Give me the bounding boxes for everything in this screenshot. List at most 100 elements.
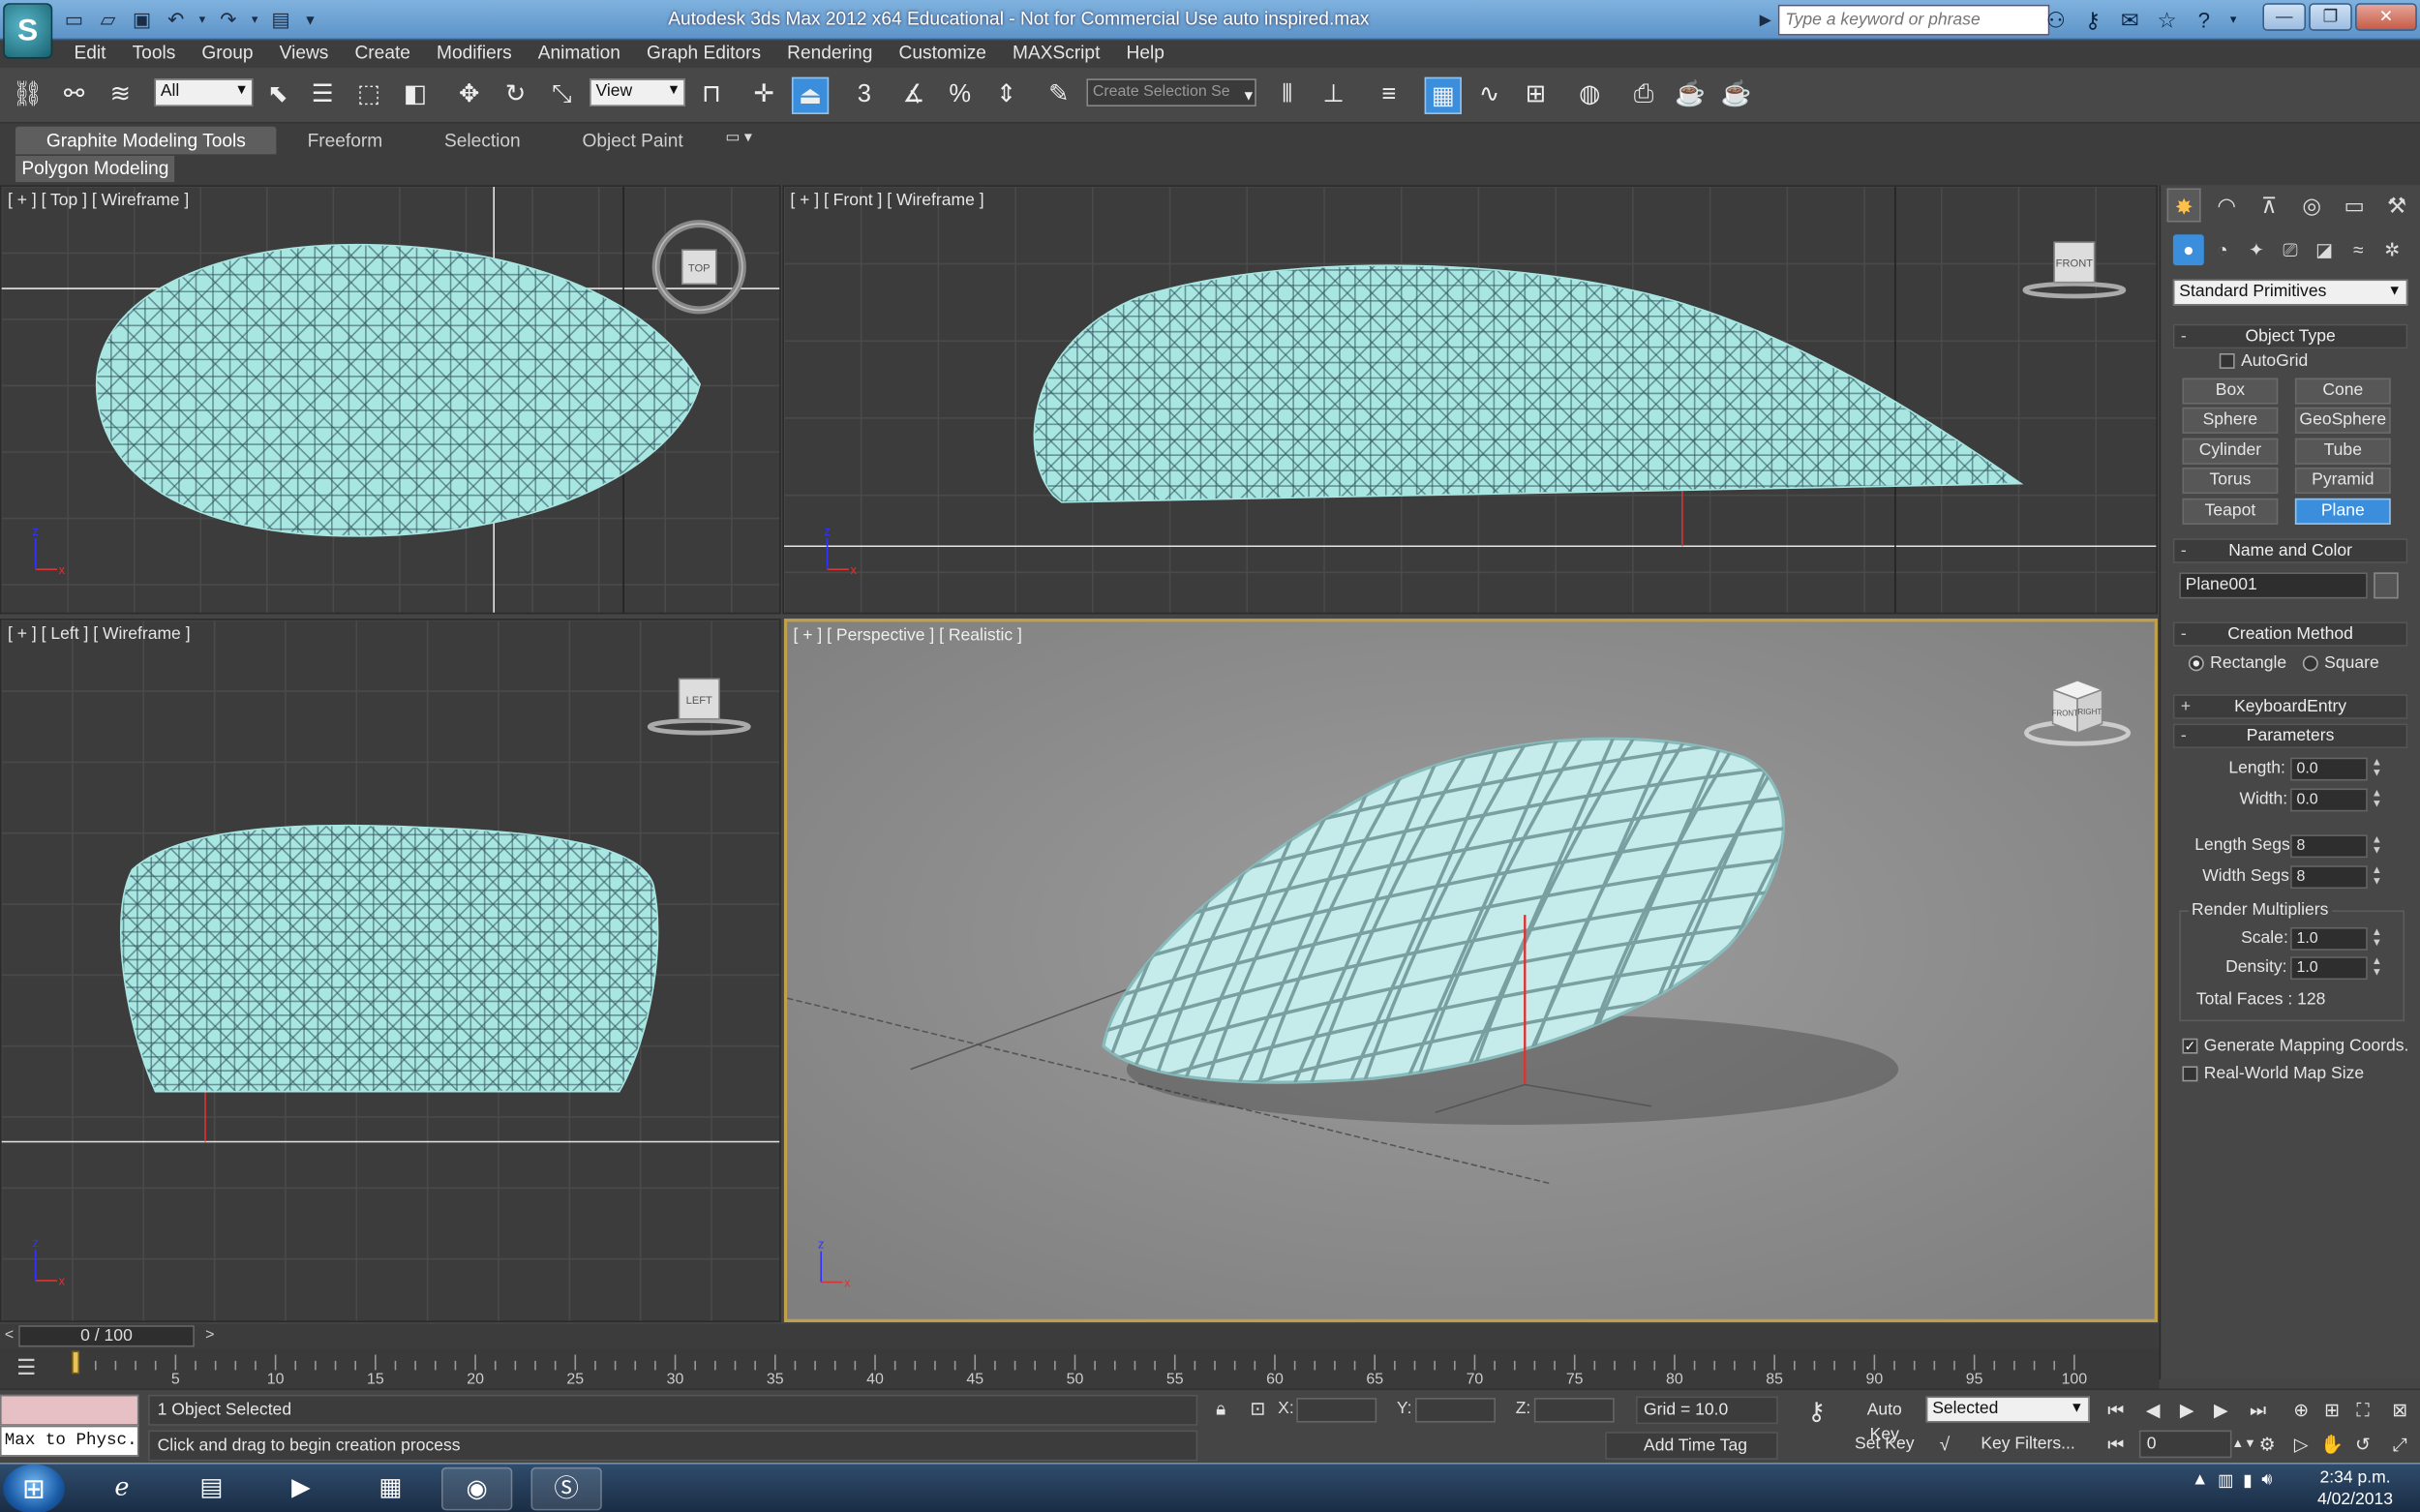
object-color-swatch[interactable] <box>2374 572 2399 599</box>
key-mode-select[interactable]: Selected ▼ <box>1925 1396 2090 1423</box>
go-to-start-icon[interactable]: ⏮ <box>2099 1396 2133 1424</box>
track-bar[interactable]: ☰ 5 10 15 20 25 30 35 40 45 50 55 60 65 70 75 80 85 90 95 1… <box>0 1348 2160 1389</box>
percent-snap-icon[interactable]: % <box>942 77 979 114</box>
systems-icon[interactable]: ✲ <box>2376 234 2407 265</box>
infocenter-expand-icon[interactable]: ▶ <box>1760 12 1771 29</box>
keyboard-shortcut-override-icon[interactable]: ⏏ <box>791 76 830 114</box>
explorer-icon[interactable]: ▤ <box>176 1467 247 1511</box>
autogrid-checkbox[interactable]: AutoGrid <box>2219 351 2308 371</box>
schematic-view-icon[interactable]: ⊞ <box>1517 77 1554 114</box>
next-frame-icon[interactable]: ▶︎ <box>2204 1396 2238 1424</box>
time-slider[interactable]: < 0 / 100 > <box>0 1323 2160 1349</box>
menu-help[interactable]: Help <box>1127 40 1180 68</box>
x-coordinate-field[interactable] <box>1296 1398 1377 1423</box>
rollout-creation-method[interactable]: - Creation Method <box>2172 621 2408 647</box>
time-configuration-icon[interactable]: ⚙ <box>2251 1431 2284 1459</box>
width-segs-spinner[interactable]: 8 <box>2290 865 2368 890</box>
cone-button[interactable]: Cone <box>2294 378 2391 405</box>
volume-icon[interactable]: 🔊︎ <box>2261 1470 2272 1491</box>
spinner-arrows-icon[interactable]: ▲▼ <box>2371 834 2383 858</box>
key-tangent-icon[interactable]: √ <box>1927 1431 1961 1459</box>
time-slider-thumb[interactable]: 0 / 100 <box>18 1325 195 1347</box>
application-button[interactable]: S <box>3 3 53 59</box>
box-button[interactable]: Box <box>2182 378 2279 405</box>
hierarchy-tab-icon[interactable]: ⊼ <box>2253 188 2286 222</box>
help-dropdown-icon[interactable]: ▾ <box>2225 6 2241 34</box>
go-to-end-icon[interactable]: ⏭ <box>2241 1396 2275 1424</box>
menu-create[interactable]: Create <box>354 40 425 68</box>
edit-named-selection-icon[interactable]: ✎ <box>1041 77 1077 114</box>
tab-graphite-modeling-tools[interactable]: Graphite Modeling Tools <box>15 126 277 155</box>
favorites-star-icon[interactable]: ☆ <box>2152 6 2183 34</box>
power-icon[interactable]: ▮ <box>2243 1470 2253 1491</box>
spinner-arrows-icon[interactable]: ▲▼ <box>2371 758 2383 781</box>
binoculars-icon[interactable]: ⚇ <box>2041 6 2072 34</box>
spinner-arrows-icon[interactable]: ▲▼ <box>2371 865 2383 889</box>
current-frame-field[interactable]: 0 <box>2138 1430 2232 1459</box>
close-button[interactable]: ✕ <box>2355 3 2417 31</box>
zoom-all-icon[interactable]: ⊞ <box>2315 1396 2349 1424</box>
spinner-arrows-icon[interactable]: ▲▼ <box>2371 788 2383 811</box>
angle-snap-icon[interactable]: ∡ <box>895 77 932 114</box>
rollout-name-and-color[interactable]: - Name and Color <box>2172 538 2408 563</box>
field-of-view-icon[interactable]: ▷ <box>2284 1431 2318 1459</box>
plane-button[interactable]: Plane <box>2294 498 2391 525</box>
modify-tab-icon[interactable]: ◠ <box>2210 188 2244 222</box>
menu-customize[interactable]: Customize <box>899 40 1002 68</box>
tab-freeform[interactable]: Freeform <box>277 127 413 155</box>
helpers-icon[interactable]: ◪ <box>2309 234 2340 265</box>
menu-modifiers[interactable]: Modifiers <box>437 40 528 68</box>
rollout-parameters[interactable]: - Parameters <box>2172 723 2408 749</box>
viewport-label[interactable]: [ + ] [ Top ] [ Wireframe ] <box>8 192 189 210</box>
layer-manager-icon[interactable]: ≡ <box>1371 77 1407 114</box>
viewport-top[interactable]: [ + ] [ Top ] [ Wireframe ] xz TOP <box>0 185 781 615</box>
rollout-keyboard-entry[interactable]: + KeyboardEntry <box>2172 694 2408 719</box>
clock[interactable]: 2:34 p.m. 4/02/2013 <box>2300 1467 2411 1511</box>
primitive-category-select[interactable]: Standard Primitives ▼ <box>2172 279 2408 306</box>
pyramid-button[interactable]: Pyramid <box>2294 467 2391 495</box>
space-warps-icon[interactable]: ≈ <box>2343 234 2374 265</box>
maxscript-listener[interactable]: Max to Physc. <box>0 1394 139 1460</box>
viewport-perspective[interactable]: [ + ] [ Perspective ] [ Realistic ] xz F… <box>783 619 2158 1322</box>
utilities-tab-icon[interactable]: ⚒ <box>2380 188 2414 222</box>
length-segs-spinner[interactable]: 8 <box>2290 834 2368 859</box>
3dsmax-icon[interactable]: Ⓢ <box>530 1467 602 1511</box>
cylinder-button[interactable]: Cylinder <box>2182 438 2279 465</box>
rendered-frame-window-icon[interactable]: ☕ <box>1672 77 1709 114</box>
select-rotate-icon[interactable]: ↻ <box>497 77 533 114</box>
select-by-name-icon[interactable]: ☰ <box>304 77 341 114</box>
lights-icon[interactable]: ✦ <box>2241 234 2272 265</box>
maxscript-output[interactable]: Max to Physc. <box>0 1425 139 1457</box>
communication-icon[interactable]: ✉ <box>2114 6 2145 34</box>
curve-editor-icon[interactable]: ∿ <box>1470 77 1507 114</box>
pivot-center-icon[interactable]: ⊓ <box>693 77 730 114</box>
real-world-map-size-checkbox[interactable]: Real-World Map Size <box>2182 1065 2364 1083</box>
auto-key-button[interactable]: Auto Key <box>1849 1396 1920 1444</box>
scale-spinner[interactable]: 1.0 <box>2290 926 2368 951</box>
motion-tab-icon[interactable]: ◎ <box>2295 188 2329 222</box>
viewport-label[interactable]: [ + ] [ Left ] [ Wireframe ] <box>8 625 191 644</box>
viewport-front[interactable]: [ + ] [ Front ] [ Wireframe ] xz FRONT <box>782 185 2158 615</box>
menu-tools[interactable]: Tools <box>133 40 192 68</box>
orbit-icon[interactable]: ↺ <box>2345 1431 2379 1459</box>
network-icon[interactable]: ▥ <box>2218 1470 2234 1491</box>
shapes-icon[interactable]: ◔ <box>2207 234 2238 265</box>
menu-maxscript[interactable]: MAXScript <box>1013 40 1115 68</box>
set-key-icon[interactable]: ⚷ <box>1797 1400 1836 1428</box>
window-crossing-icon[interactable]: ◧ <box>397 77 434 114</box>
ie-icon[interactable]: ℯ <box>86 1467 157 1511</box>
menu-animation[interactable]: Animation <box>538 40 636 68</box>
maximize-viewport-icon[interactable]: ⤢ <box>2383 1431 2417 1459</box>
sphere-button[interactable]: Sphere <box>2182 407 2279 434</box>
tube-button[interactable]: Tube <box>2294 438 2391 465</box>
viewport-left[interactable]: [ + ] [ Left ] [ Wireframe ] xz LEFT <box>0 619 781 1322</box>
named-selection-set-field[interactable]: Create Selection Se <box>1086 78 1256 106</box>
render-production-icon[interactable]: ☕ <box>1718 77 1755 114</box>
menu-rendering[interactable]: Rendering <box>787 40 888 68</box>
rectangle-radio[interactable]: Rectangle <box>2188 654 2286 673</box>
tab-selection[interactable]: Selection <box>413 127 551 155</box>
search-input[interactable] <box>1777 4 2049 36</box>
zoom-extents-all-icon[interactable]: ⊠ <box>2383 1396 2417 1424</box>
menu-graph-editors[interactable]: Graph Editors <box>647 40 776 68</box>
start-button[interactable]: ⊞ <box>3 1464 65 1512</box>
